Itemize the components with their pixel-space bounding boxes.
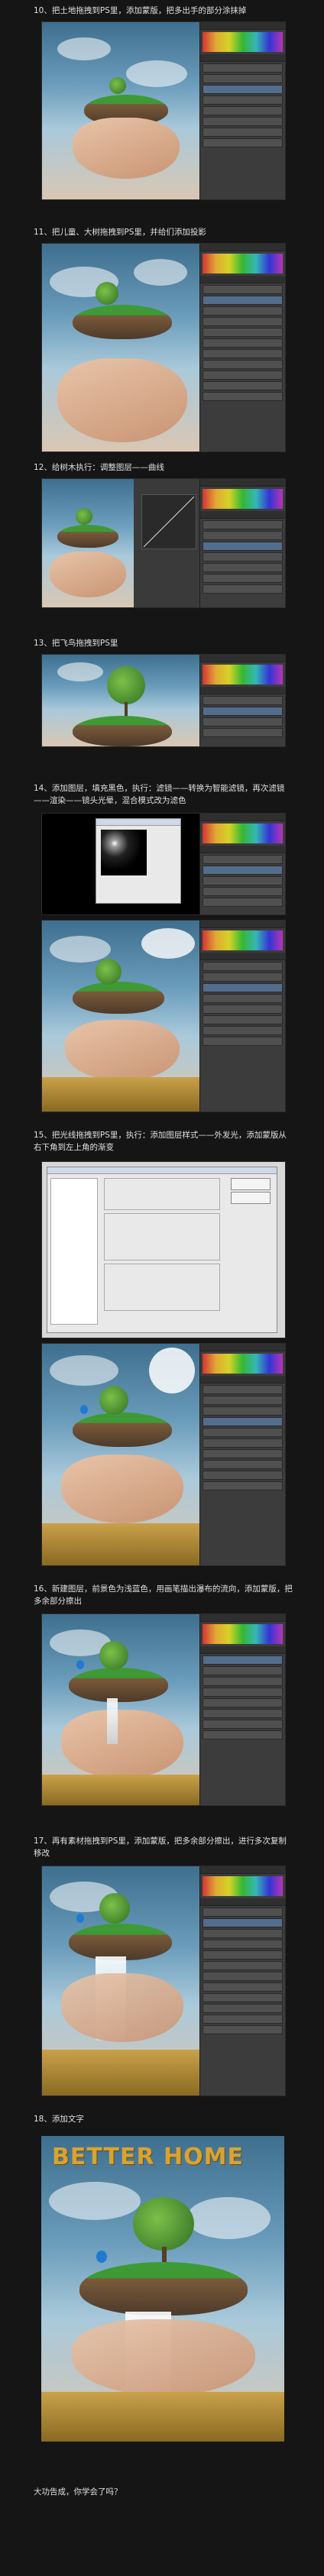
layer-style-dialog: [47, 1167, 277, 1333]
layers-panel: [199, 1866, 285, 2095]
canvas: [42, 244, 200, 451]
canvas: [42, 921, 200, 1112]
canvas: [42, 22, 200, 199]
screenshot-step-15a: [41, 1161, 286, 1338]
screenshot-step-14a: [41, 813, 286, 915]
step-caption: 17、再有素材拖拽到PS里，添加蒙版，把多余部分擦出，进行多次复制移改: [34, 1837, 287, 1858]
layers-panel: [199, 244, 285, 451]
step-caption: 15、把光线拖拽到PS里，执行：添加图层样式——外发光，添加蒙版从右下角到左上角…: [34, 1131, 287, 1152]
screenshot-step-17: [41, 1866, 286, 2096]
final-title: BETTER HOME: [52, 2144, 244, 2170]
step-caption: 14、添加图层，填充黑色，执行：滤镜——转换为智能滤镜，再次滤镜——渲染——镜头…: [34, 784, 285, 805]
canvas: [42, 1344, 200, 1565]
step-caption: 10、把土地拖拽到PS里，添加蒙版，把多出手的部分涂抹掉: [34, 6, 247, 15]
screenshot-step-14b: [41, 920, 286, 1112]
step-caption: 18、添加文字: [34, 2115, 84, 2124]
screenshot-step-10: [41, 21, 286, 200]
screenshot-step-12: [41, 478, 286, 608]
closing-text: 大功告成，你学会了吗？: [34, 2487, 122, 2497]
canvas: [42, 479, 134, 607]
screenshot-step-13: [41, 654, 286, 747]
step-caption: 13、把飞鸟拖拽到PS里: [34, 639, 118, 648]
screenshot-step-16: [41, 1613, 286, 1806]
layers-panel: [199, 22, 285, 199]
step-caption: 12、给树木执行：调整图层——曲线: [34, 463, 164, 472]
final-image: BETTER HOME: [41, 2136, 284, 2442]
canvas: BETTER HOME: [41, 2136, 284, 2442]
canvas: [42, 1866, 200, 2095]
layers-panel: [199, 1614, 285, 1805]
screenshot-step-11: [41, 243, 286, 452]
step-caption: 11、把儿童、大树拖拽到PS里，并给们添加投影: [34, 228, 206, 237]
step-caption: 16、新建图层，前景色为浅蓝色，用画笔描出瀑布的流向，添加蒙版，把多余部分擦出: [34, 1584, 293, 1606]
curves-dialog: [141, 494, 196, 549]
layers-panel: [199, 921, 285, 1112]
screenshot-step-15b: [41, 1343, 286, 1566]
layers-panel: [199, 814, 285, 914]
lens-flare-dialog: [96, 818, 181, 904]
canvas: [42, 1614, 200, 1805]
canvas: [42, 655, 200, 746]
layers-panel: [199, 1344, 285, 1565]
layers-panel: [199, 479, 285, 607]
layers-panel: [199, 655, 285, 746]
